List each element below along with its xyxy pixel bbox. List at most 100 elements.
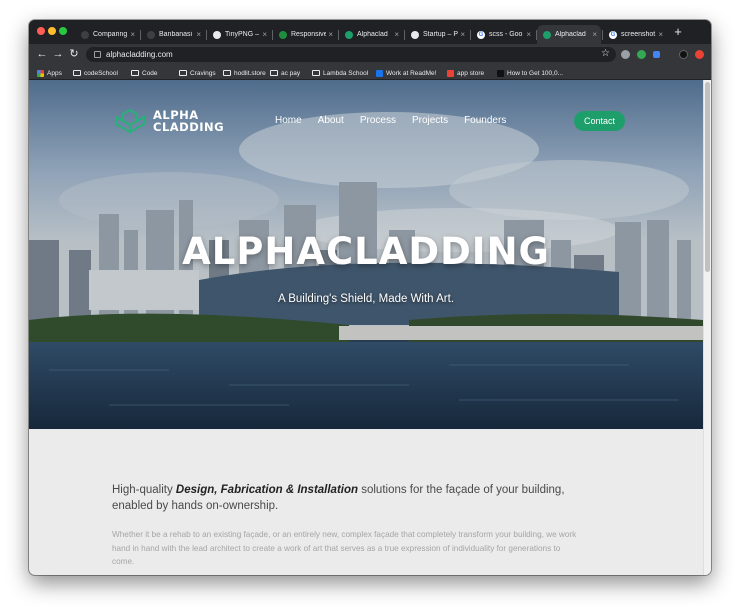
extension-icon[interactable] (695, 50, 704, 59)
bookmark-item[interactable]: How to Get 100,0... (497, 67, 563, 79)
close-tab-icon[interactable]: × (328, 30, 333, 39)
tab-separator (470, 30, 471, 40)
tab-separator (206, 30, 207, 40)
close-tab-icon[interactable]: × (196, 30, 201, 39)
tab-active[interactable]: Alphaclad × (537, 25, 601, 44)
bookmark-item[interactable]: Cravings (179, 67, 216, 79)
favicon-icon (543, 30, 551, 39)
favicon-icon (213, 30, 221, 39)
page-viewport: ALPHA CLADDING Home About Process Projects F… (29, 80, 711, 575)
browser-window: Comparing × Banbanasi × TinyPNG – × Responsive… (29, 20, 711, 575)
nav-link-projects[interactable]: Projects (412, 115, 448, 126)
bookmark-label: Code (142, 69, 158, 77)
tab[interactable]: Comparing × (75, 25, 139, 44)
logo-wordmark: ALPHA CLADDING (153, 109, 224, 133)
tab-separator (338, 30, 339, 40)
tab[interactable]: Banbanasi × (141, 25, 205, 44)
back-icon[interactable]: ← (35, 47, 49, 61)
new-tab-button[interactable]: + (671, 25, 685, 39)
bookmark-item[interactable]: Code (131, 67, 158, 79)
profile-avatar[interactable] (679, 50, 688, 59)
address-bar[interactable]: alphacladding.com ☆ (86, 47, 616, 62)
hero-title: ALPHACLADDING (182, 230, 550, 273)
close-tab-icon[interactable]: × (130, 30, 135, 39)
bookmark-item[interactable]: app store (447, 67, 484, 79)
tab[interactable]: Startup – P × (405, 25, 469, 44)
tab-separator (140, 30, 141, 40)
tab[interactable]: Gscss - Goo × (471, 25, 535, 44)
favicon-icon: G (609, 30, 617, 39)
contact-button[interactable]: Contact (574, 111, 626, 131)
tab-title: Alphaclad (357, 31, 388, 38)
intro-lead: High-quality Design, Fabrication & Insta… (112, 482, 582, 514)
favicon-icon (81, 30, 89, 39)
page-favicon-icon (376, 69, 383, 77)
bookmark-label: codeSchool (84, 69, 118, 77)
close-tab-icon[interactable]: × (526, 30, 531, 39)
favicon-icon (279, 30, 287, 39)
favicon-icon (411, 30, 419, 39)
favicon-icon (345, 30, 353, 39)
page-favicon-icon (497, 69, 504, 77)
tab[interactable]: Gscreenshot × (603, 25, 667, 44)
folder-icon (312, 70, 320, 76)
bookmark-item[interactable]: Lambda School (312, 67, 368, 79)
tab-separator (404, 30, 405, 40)
tab-title: Banbanasi (159, 31, 193, 38)
nav-link-founders[interactable]: Founders (464, 115, 506, 126)
maximize-window-button[interactable] (59, 27, 67, 35)
tab[interactable]: Alphaclad × (339, 25, 403, 44)
tab-title: screenshot (621, 31, 656, 38)
url-text: alphacladding.com (106, 50, 173, 59)
tab-separator (602, 30, 603, 40)
hero-section: ALPHA CLADDING Home About Process Projects F… (29, 80, 703, 429)
extension-icon[interactable] (621, 50, 630, 59)
hero-subtitle: A Building's Shield, Made With Art. (277, 293, 455, 305)
page-favicon-icon (447, 69, 454, 77)
nav-link-home[interactable]: Home (275, 115, 302, 126)
evernote-extension-icon[interactable] (637, 50, 646, 59)
bookmark-label: app store (457, 69, 485, 77)
forward-icon[interactable]: → (51, 47, 65, 61)
tab-title: Alphaclad (555, 31, 586, 38)
bookmark-item[interactable]: codeSchool (73, 67, 118, 79)
nav-link-about[interactable]: About (318, 115, 344, 126)
tab-strip: Comparing × Banbanasi × TinyPNG – × Responsive… (29, 20, 711, 44)
close-tab-icon[interactable]: × (658, 30, 663, 39)
close-tab-icon[interactable]: × (592, 30, 597, 39)
folder-icon (179, 70, 187, 76)
tab-title: TinyPNG – (225, 31, 259, 38)
scrollbar-thumb[interactable] (705, 82, 710, 272)
minimize-window-button[interactable] (48, 27, 56, 35)
extension-icon[interactable] (653, 51, 660, 58)
intro-body: Whether it be a rehab to an existing faç… (112, 530, 577, 566)
nav-link-process[interactable]: Process (360, 115, 396, 126)
bookmark-label: ac pay (281, 69, 301, 77)
bookmark-item[interactable]: hodlit.store (223, 67, 266, 79)
tab-title: Comparing (93, 31, 128, 38)
page-scrollbar[interactable] (703, 80, 711, 575)
close-window-button[interactable] (37, 27, 45, 35)
bookmark-star-icon[interactable]: ☆ (601, 48, 610, 59)
bookmark-item[interactable]: Work at ReadMe! (376, 67, 436, 79)
tab-separator (536, 30, 537, 40)
intro-section: High-quality Design, Fabrication & Insta… (112, 482, 582, 569)
cubes-logo-icon (115, 108, 145, 134)
browser-toolbar: ← → ↻ alphacladding.com ☆ (29, 44, 711, 66)
tab[interactable]: TinyPNG – × (207, 25, 271, 44)
site-logo[interactable]: ALPHA CLADDING (115, 108, 224, 134)
bookmark-label: Cravings (190, 69, 216, 77)
folder-icon (270, 70, 278, 76)
favicon-icon (147, 30, 155, 39)
close-tab-icon[interactable]: × (460, 30, 465, 39)
reload-icon[interactable]: ↻ (67, 47, 81, 61)
bookmark-label: Apps (47, 69, 62, 77)
tab-separator (272, 30, 273, 40)
bookmark-item[interactable]: ac pay (270, 67, 300, 79)
bookmark-label: hodlit.store (234, 69, 266, 77)
bookmark-item[interactable]: Apps (37, 67, 62, 79)
tab[interactable]: Responsive × (273, 25, 337, 44)
close-tab-icon[interactable]: × (262, 30, 267, 39)
site-navbar: ALPHA CLADDING Home About Process Projects F… (29, 80, 703, 165)
close-tab-icon[interactable]: × (394, 30, 399, 39)
